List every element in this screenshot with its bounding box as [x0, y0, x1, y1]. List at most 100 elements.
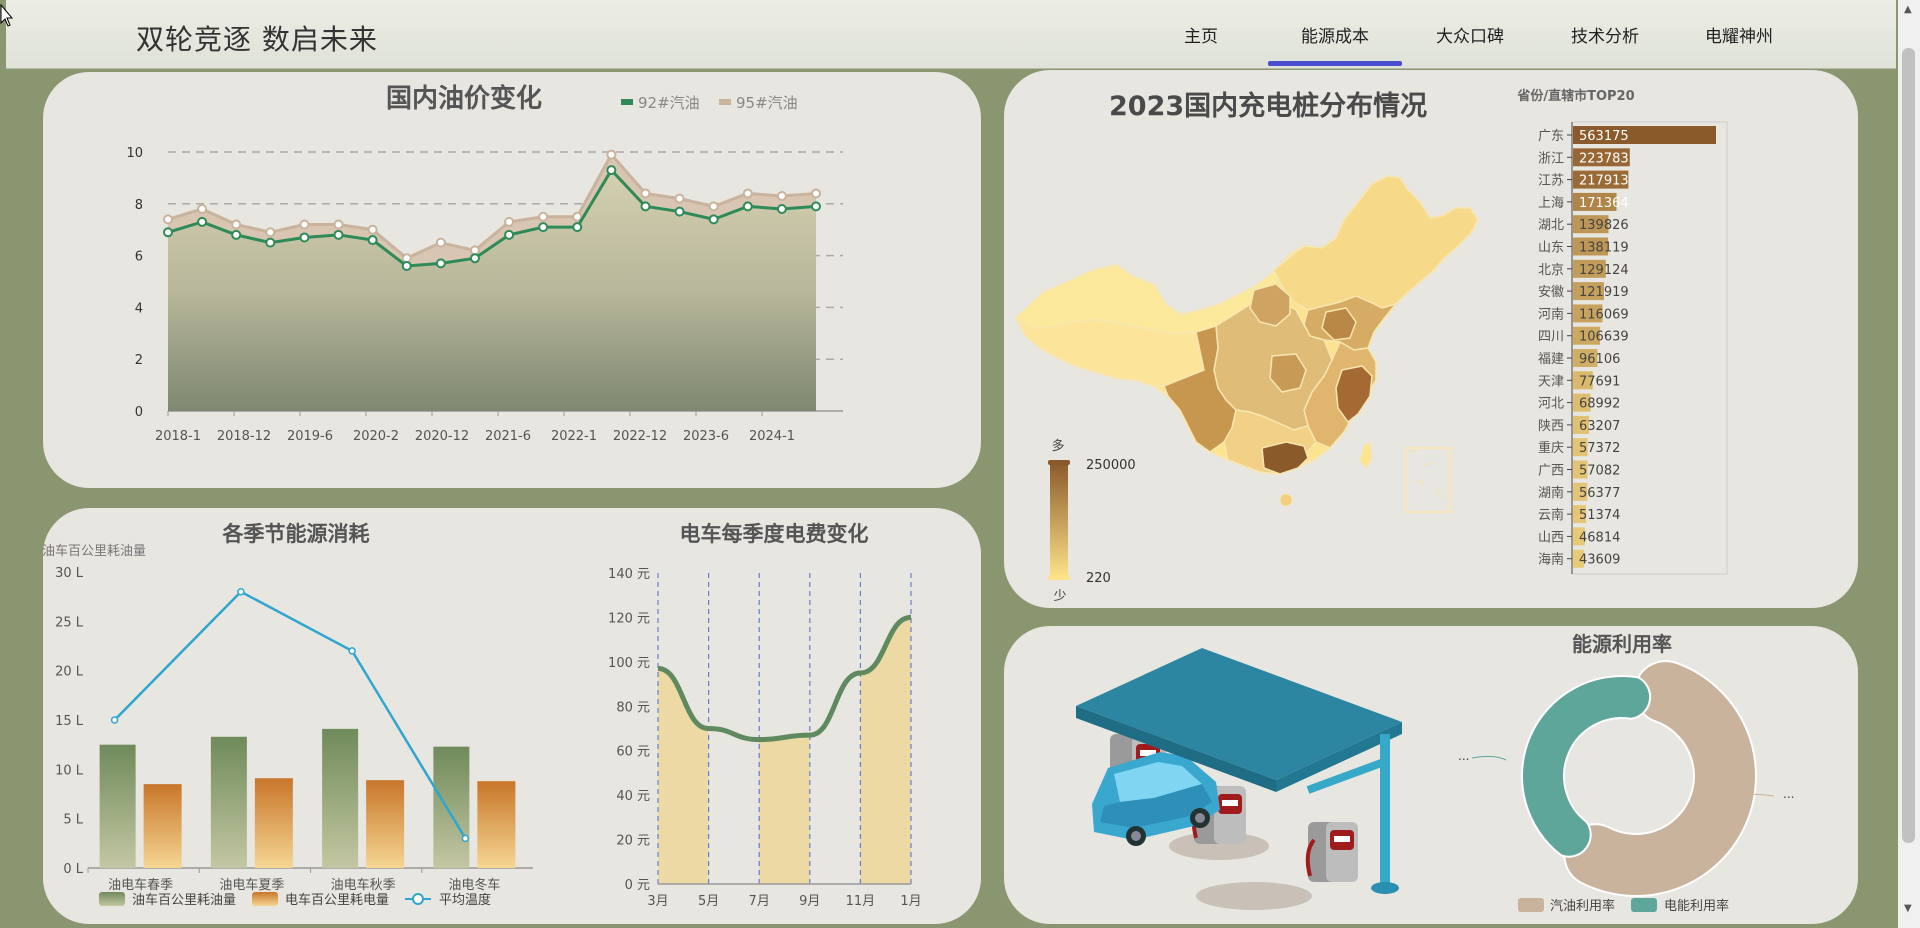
oil-x-tick-label: 2023-6	[683, 429, 729, 444]
oil-95-point[interactable]	[435, 237, 446, 248]
visual-map-legend[interactable]: 多 250000 220 少	[1048, 438, 1136, 604]
scrollbar-thumb[interactable]	[1902, 48, 1915, 843]
top20-category-label: 河北	[1538, 397, 1564, 412]
oil-price-panel: 国内油价变化 92#汽油 95#汽油 0 2 4 6 8 10 2018-1 2018-12 2…	[43, 72, 981, 488]
page-scrollbar[interactable]: ▲ ▼	[1898, 0, 1920, 928]
legend-temp-marker[interactable]	[412, 893, 424, 905]
hainan-region[interactable]	[1279, 493, 1293, 507]
top20-value-label: 138119	[1579, 241, 1629, 256]
season-oil-bar[interactable]	[322, 728, 359, 868]
nav-tab-tech-analysis[interactable]: 技术分析	[1538, 0, 1672, 68]
oil-92-point[interactable]	[367, 235, 378, 246]
oil-95-point[interactable]	[333, 219, 344, 230]
nav-tab-energy-cost[interactable]: 能源成本	[1268, 0, 1402, 68]
oil-95-point[interactable]	[231, 219, 242, 230]
visual-map-gradient-bar[interactable]	[1050, 462, 1068, 578]
legend-gas-util-swatch[interactable]	[1518, 898, 1544, 912]
oil-95-point[interactable]	[299, 219, 310, 230]
season-temp-point[interactable]	[348, 647, 356, 655]
top20-value-label: 106639	[1579, 330, 1629, 345]
legend-95-swatch[interactable]	[719, 99, 731, 105]
util-legend[interactable]: 汽油利用率 电能利用率	[1518, 898, 1729, 914]
util-right-callout: ...	[1783, 787, 1794, 801]
scroll-up-arrow-icon[interactable]: ▲	[1904, 4, 1912, 15]
nav-tab-power-china[interactable]: 电耀神州	[1672, 0, 1806, 68]
oil-95-point[interactable]	[776, 191, 787, 202]
oil-92-point[interactable]	[572, 222, 583, 233]
season-x-tick-label: 油电车春季	[108, 877, 173, 893]
season-temp-point[interactable]	[461, 834, 470, 843]
utilization-pie-chart[interactable]	[1521, 660, 1757, 897]
oil-95-point[interactable]	[163, 214, 173, 225]
legend-temp-label[interactable]: 平均温度	[439, 892, 491, 908]
oil-92-point[interactable]	[811, 201, 821, 212]
legend-ev-swatch[interactable]	[252, 892, 278, 906]
oil-92-point[interactable]	[435, 258, 446, 269]
oil-92-point[interactable]	[504, 229, 515, 240]
season-y-axis-name: 油车百公里耗油量	[43, 543, 146, 559]
oil-95-point[interactable]	[811, 188, 821, 199]
season-oil-bar[interactable]	[99, 744, 136, 868]
oil-95-point[interactable]	[504, 216, 515, 227]
util-ev-slice[interactable]	[1521, 675, 1652, 858]
season-oil-bar[interactable]	[210, 736, 247, 868]
legend-95-label[interactable]: 95#汽油	[736, 94, 798, 112]
season-ev-bar[interactable]	[366, 780, 405, 868]
oil-95-point[interactable]	[367, 224, 378, 235]
oil-95-point[interactable]	[538, 211, 549, 222]
top20-value-label: 63207	[1579, 419, 1620, 434]
nav-tab-public-reviews[interactable]: 大众口碑	[1403, 0, 1537, 68]
season-legend[interactable]: 油车百公里耗油量 电车百公里耗电量 平均温度	[99, 892, 491, 908]
visual-map-top-handle[interactable]	[1048, 460, 1070, 465]
oil-x-tick-label: 2018-1	[155, 429, 201, 444]
legend-ev-label[interactable]: 电车百公里耗电量	[285, 892, 389, 908]
legend-ev-util-label[interactable]: 电能利用率	[1664, 898, 1729, 914]
season-oil-bar[interactable]	[433, 746, 470, 868]
oil-92-point[interactable]	[265, 237, 276, 248]
oil-92-point[interactable]	[674, 206, 685, 217]
legend-ev-util-swatch[interactable]	[1631, 898, 1657, 912]
legend-oil-label[interactable]: 油车百公里耗油量	[132, 892, 236, 908]
season-ev-bar[interactable]	[254, 778, 293, 868]
oil-95-point[interactable]	[674, 193, 685, 204]
top20-category-label: 福建	[1538, 352, 1564, 367]
season-ev-bar[interactable]	[477, 781, 516, 868]
oil-92-point[interactable]	[708, 214, 719, 225]
oil-95-point[interactable]	[606, 149, 617, 160]
oil-y-tick-label: 4	[135, 301, 143, 316]
oil-95-point[interactable]	[265, 227, 276, 238]
oil-x-tick-label: 2024-1	[749, 429, 795, 444]
mouse-cursor-icon	[0, 4, 14, 27]
season-y-tick-label: 30 L	[55, 566, 84, 581]
oil-95-point[interactable]	[708, 201, 719, 212]
oil-92-point[interactable]	[776, 203, 787, 214]
top20-value-label: 129124	[1579, 263, 1629, 278]
oil-92-point[interactable]	[606, 165, 617, 176]
legend-92-swatch[interactable]	[621, 99, 633, 105]
legend-gas-util-label[interactable]: 汽油利用率	[1550, 898, 1615, 914]
oil-92-point[interactable]	[299, 232, 310, 243]
oil-95-point[interactable]	[742, 188, 753, 199]
top20-value-label: 116069	[1579, 307, 1629, 322]
oil-92-point[interactable]	[333, 229, 344, 240]
legend-oil-swatch[interactable]	[99, 892, 125, 906]
scroll-down-arrow-icon[interactable]: ▼	[1904, 903, 1912, 914]
season-temp-point[interactable]	[110, 716, 119, 724]
oil-92-point[interactable]	[197, 216, 208, 227]
oil-92-point[interactable]	[163, 227, 173, 238]
nav-tab-home[interactable]: 主页	[1134, 0, 1268, 68]
oil-92-point[interactable]	[538, 222, 549, 233]
visual-map-bottom-handle[interactable]	[1048, 575, 1070, 580]
util-left-callout: ...	[1458, 749, 1469, 763]
oil-95-point[interactable]	[197, 203, 208, 214]
top20-value-label: 223783	[1579, 151, 1629, 166]
oil-92-point[interactable]	[401, 260, 412, 271]
oil-92-point[interactable]	[469, 253, 480, 264]
season-ev-bar[interactable]	[143, 784, 182, 868]
oil-95-point[interactable]	[640, 188, 651, 199]
oil-92-point[interactable]	[640, 201, 651, 212]
legend-92-label[interactable]: 92#汽油	[638, 94, 700, 112]
oil-92-point[interactable]	[231, 229, 242, 240]
season-temp-point[interactable]	[237, 587, 245, 596]
oil-92-point[interactable]	[742, 201, 753, 212]
